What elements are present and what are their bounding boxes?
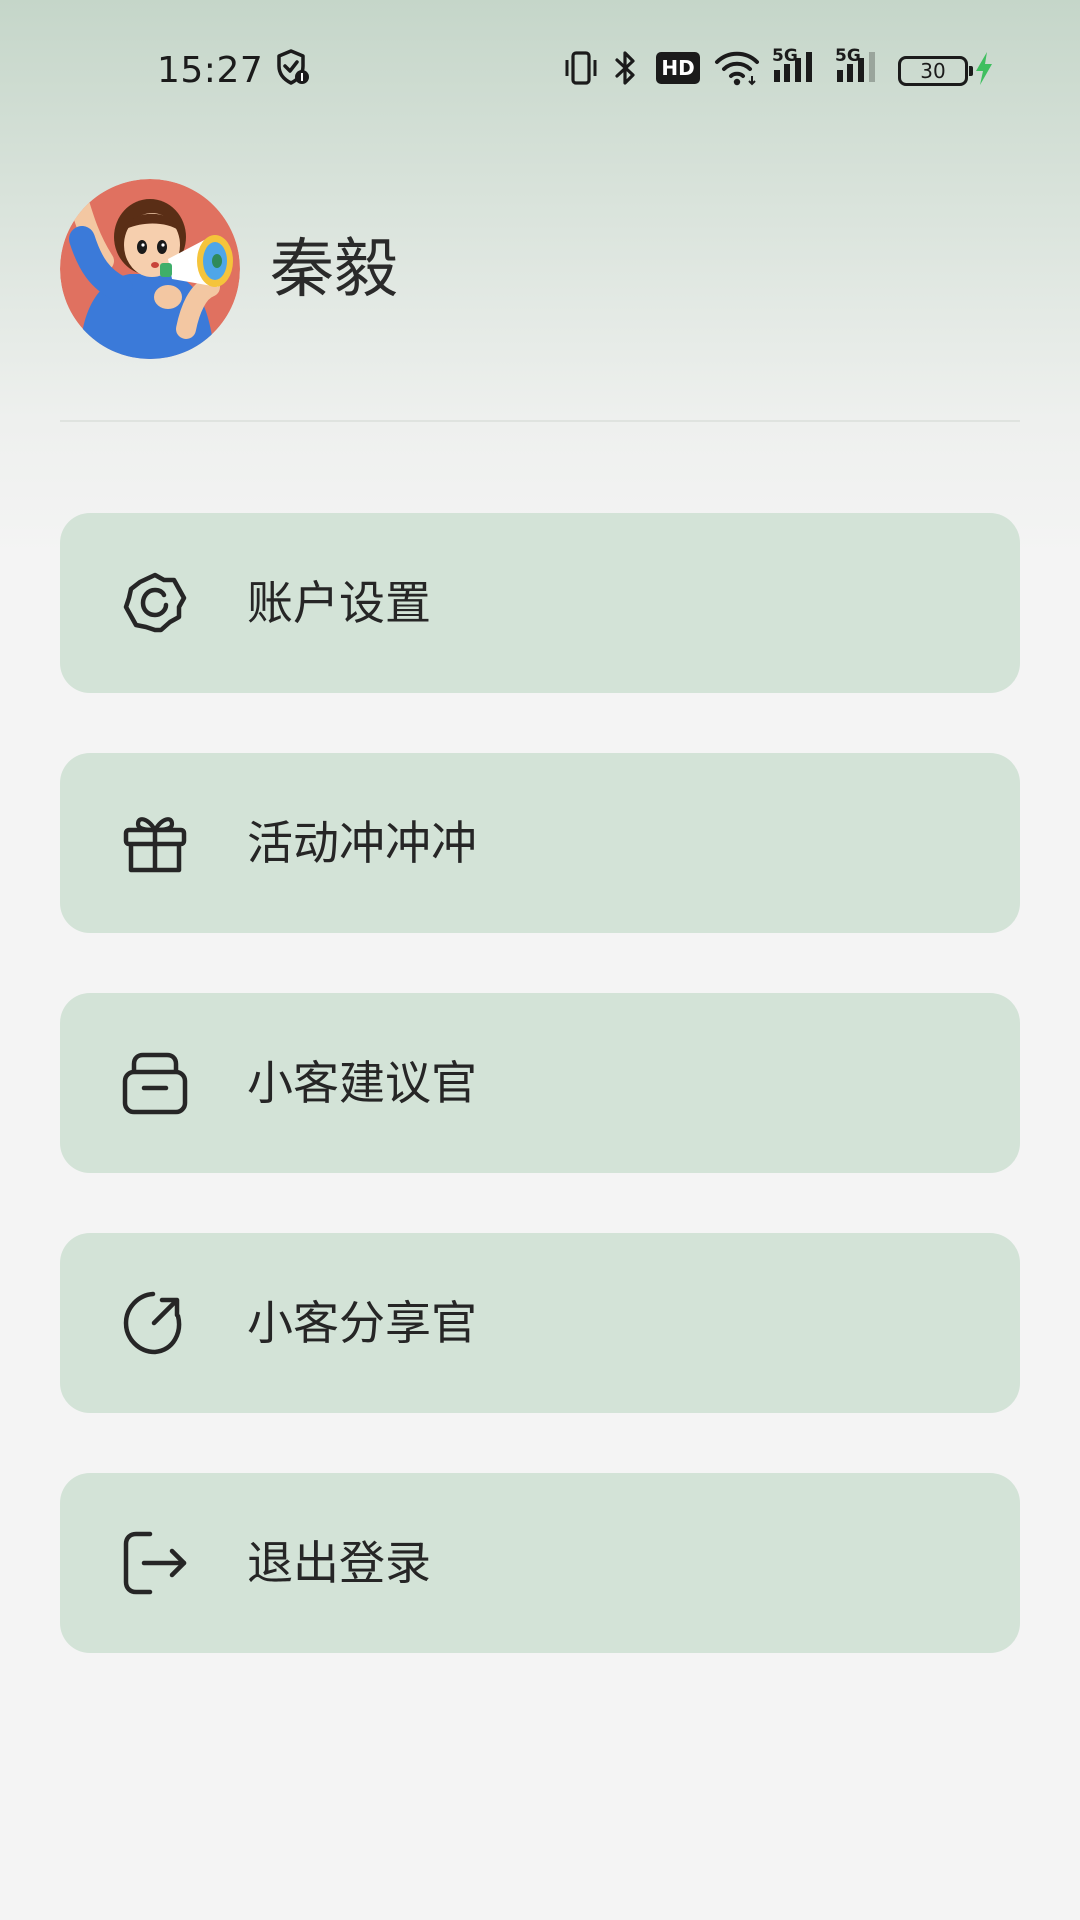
menu-item-label: 活动冲冲冲 [247, 816, 477, 870]
signal-5g-icon: 5G [835, 46, 887, 88]
menu-item-share[interactable]: 小客分享官 [60, 1233, 1020, 1413]
hd-voice-icon: HD [656, 52, 700, 84]
share-arrow-icon [123, 1291, 182, 1355]
menu-item-account-settings[interactable]: 账户设置 [60, 513, 1020, 693]
avatar[interactable] [60, 179, 240, 359]
gear-icon [123, 572, 187, 633]
battery-level: 30 [920, 59, 946, 83]
menu-item-suggestions[interactable]: 小客建议官 [60, 993, 1020, 1173]
menu-item-logout[interactable]: 退出登录 [60, 1473, 1020, 1653]
shield-notification-icon [277, 49, 309, 85]
avatar-megaphone-illustration [60, 179, 240, 359]
user-name: 秦毅 [270, 233, 398, 307]
menu-item-label: 小客分享官 [247, 1296, 477, 1350]
menu-item-label: 小客建议官 [247, 1056, 477, 1110]
menu-item-label: 账户设置 [247, 576, 431, 630]
charging-icon [976, 52, 992, 85]
network-label: 5G [772, 46, 798, 66]
status-time: 15:27 [157, 50, 264, 91]
inbox-icon [122, 1052, 188, 1115]
gift-icon [123, 817, 187, 873]
menu-item-label: 退出登录 [247, 1536, 431, 1590]
menu-item-activities[interactable]: 活动冲冲冲 [60, 753, 1020, 933]
wifi-icon [715, 51, 759, 86]
battery-icon: 30 [898, 56, 973, 86]
status-bar: 15:27 HD 5G 5G 30 [0, 0, 1080, 145]
signal-5g-icon: 5G [772, 46, 824, 88]
vibrate-icon [565, 51, 597, 85]
logout-icon [123, 1531, 187, 1595]
divider [60, 420, 1020, 422]
hd-badge-label: HD [661, 56, 695, 80]
bluetooth-icon [615, 51, 635, 85]
network-label: 5G [835, 46, 861, 66]
